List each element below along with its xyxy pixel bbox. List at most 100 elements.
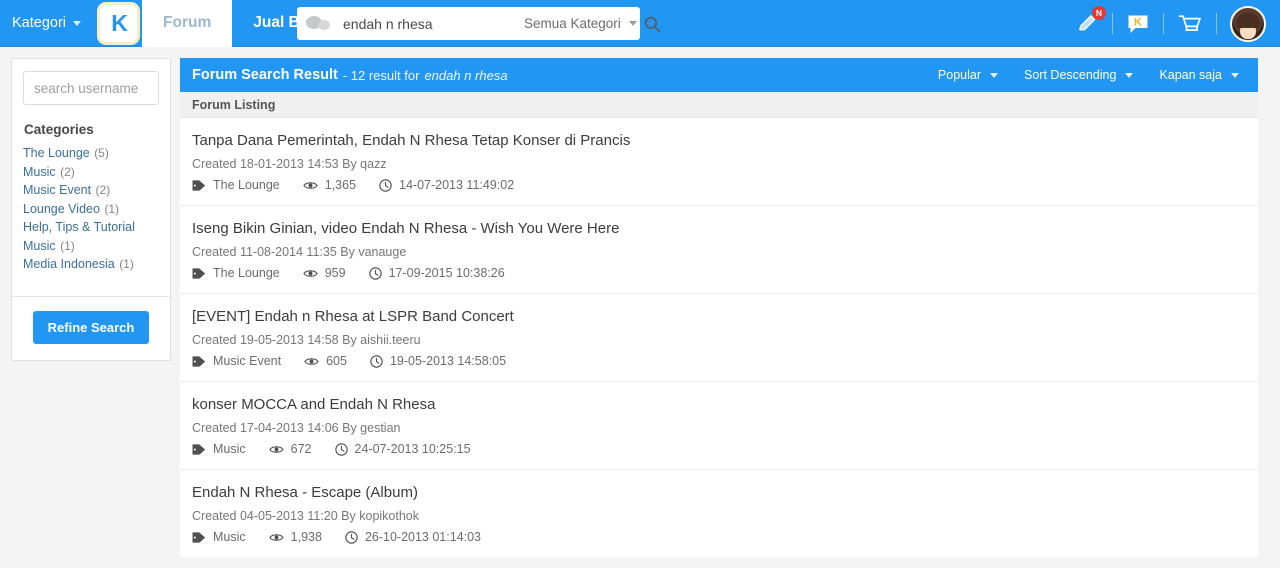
page-title: Forum Search Result	[192, 67, 338, 83]
list-item: Music Event (2)	[23, 183, 159, 197]
create-post-button[interactable]: N	[1063, 0, 1112, 47]
result-updated: 14-07-2013 11:49:02	[379, 178, 514, 192]
result-category: Music	[192, 530, 246, 544]
table-row[interactable]: [EVENT] Endah n Rhesa at LSPR Band Conce…	[180, 294, 1258, 382]
cart-button[interactable]	[1164, 0, 1216, 47]
result-category: The Lounge	[192, 178, 280, 192]
search-result-header: Forum Search Result - 12 result for enda…	[180, 58, 1258, 92]
category-count: (2)	[60, 164, 75, 179]
result-views: 959	[303, 266, 346, 280]
category-count: (1)	[60, 238, 75, 253]
sort-order-label: Sort Descending	[1024, 68, 1117, 82]
messages-button[interactable]: K	[1113, 0, 1163, 47]
chevron-down-icon	[1231, 72, 1239, 78]
sidebar-category-media-indonesia[interactable]: Media Indonesia	[23, 257, 115, 271]
result-count-text: - 12 result for	[342, 67, 420, 83]
refine-search-button[interactable]: Refine Search	[32, 310, 150, 344]
chevron-down-icon	[73, 20, 82, 26]
result-category-label: Music	[213, 442, 246, 456]
result-views: 1,365	[303, 178, 356, 192]
tag-icon	[192, 179, 206, 192]
clock-icon	[379, 178, 392, 192]
eye-icon	[303, 268, 318, 279]
result-views: 672	[268, 442, 312, 456]
table-row[interactable]: Iseng Bikin Ginian, video Endah N Rhesa …	[180, 206, 1258, 294]
result-updated: 17-09-2015 10:38:26	[368, 266, 505, 280]
eye-icon	[268, 444, 284, 455]
result-views-count: 1,938	[290, 530, 322, 544]
svg-text:K: K	[1134, 16, 1142, 28]
result-views: 605	[304, 354, 347, 368]
result-category: The Lounge	[192, 266, 280, 280]
sidebar-category-music-event[interactable]: Music Event	[23, 183, 91, 197]
result-updated-time: 24-07-2013 10:25:15	[354, 442, 471, 456]
result-meta: The Lounge 959 17-09-2015 10:38:26	[192, 266, 1246, 280]
table-row[interactable]: konser MOCCA and Endah N Rhesa Created 1…	[180, 382, 1258, 470]
list-item: Music (2)	[23, 165, 159, 179]
table-row[interactable]: Tanpa Dana Pemerintah, Endah N Rhesa Tet…	[180, 118, 1258, 206]
kaskus-logo[interactable]: K	[97, 1, 141, 45]
result-title[interactable]: konser MOCCA and Endah N Rhesa	[192, 396, 1246, 414]
global-search-box: Semua Kategori	[297, 7, 660, 40]
result-views-count: 1,365	[324, 178, 357, 192]
time-range-dropdown[interactable]: Kapan saja	[1146, 58, 1252, 92]
sidebar-category-lounge-video[interactable]: Lounge Video	[23, 202, 100, 216]
sidebar-category-music[interactable]: Music	[23, 165, 56, 179]
sidebar-top-section: Categories The Lounge (5) Music (2) Musi…	[12, 59, 170, 286]
user-menu-button[interactable]	[1217, 0, 1270, 47]
sidebar-category-the-lounge[interactable]: The Lounge	[23, 146, 90, 160]
result-category: Music	[192, 442, 246, 456]
result-category: Music Event	[192, 354, 281, 368]
result-title[interactable]: Tanpa Dana Pemerintah, Endah N Rhesa Tet…	[192, 132, 1246, 150]
result-meta: The Lounge 1,365 14-07-2013 11:49:02	[192, 178, 1246, 192]
tag-icon	[192, 531, 206, 544]
sidebar-category-help-tips-tutorial[interactable]: Help, Tips & Tutorial	[23, 220, 135, 234]
search-category-dropdown[interactable]: Semua Kategori	[524, 16, 643, 31]
result-category-label: The Lounge	[213, 266, 280, 280]
result-created: Created 18-01-2013 14:53 By qazz	[192, 157, 387, 171]
result-views-count: 959	[324, 266, 346, 280]
result-category-label: The Lounge	[213, 178, 280, 192]
sidebar-category-music-2[interactable]: Music	[23, 239, 56, 253]
result-meta: Music Event 605 19-05-2013 14:58:05	[192, 354, 1246, 368]
category-count: (1)	[104, 201, 120, 216]
category-count: (5)	[94, 146, 109, 160]
result-updated-time: 14-07-2013 11:49:02	[399, 178, 515, 192]
page-body: Categories The Lounge (5) Music (2) Musi…	[0, 47, 1280, 568]
search-input[interactable]	[335, 15, 524, 32]
result-created: Created 19-05-2013 14:58 By aishii.teeru	[192, 333, 421, 347]
result-title[interactable]: [EVENT] Endah n Rhesa at LSPR Band Conce…	[192, 308, 1246, 326]
result-meta: Music 672 24-07-2013 10:25:15	[192, 442, 1246, 456]
result-title[interactable]: Iseng Bikin Ginian, video Endah N Rhesa …	[192, 220, 1246, 238]
clock-icon	[334, 442, 348, 456]
sort-popular-dropdown[interactable]: Popular	[925, 58, 1011, 92]
result-meta: Music 1,938 26-10-2013 01:14:03	[192, 530, 1246, 544]
result-views: 1,938	[268, 530, 322, 544]
chevron-down-icon	[990, 72, 999, 78]
message-bubble-icon: K	[1128, 15, 1148, 33]
list-item: Lounge Video (1)	[23, 202, 159, 216]
tag-icon	[192, 267, 206, 280]
sort-order-dropdown[interactable]: Sort Descending	[1011, 58, 1146, 92]
kategori-menu[interactable]: Kategori	[0, 0, 95, 47]
result-updated: 24-07-2013 10:25:15	[334, 442, 471, 456]
search-results-panel: Forum Search Result - 12 result for enda…	[180, 58, 1258, 557]
logo-k-glyph: K	[111, 9, 128, 36]
result-category-label: Music	[213, 530, 246, 544]
table-row[interactable]: Endah N Rhesa - Escape (Album) Created 0…	[180, 470, 1258, 557]
list-item: Help, Tips & Tutorial	[23, 220, 159, 234]
search-username-input[interactable]	[23, 71, 159, 105]
notification-badge: N	[1092, 6, 1106, 20]
refine-search-section: Refine Search	[12, 297, 170, 360]
clock-icon	[368, 266, 382, 280]
tab-forum[interactable]: Forum	[142, 0, 233, 47]
search-submit-button[interactable]	[643, 7, 661, 40]
avatar[interactable]	[1230, 5, 1266, 42]
result-updated: 26-10-2013 01:14:03	[345, 530, 481, 544]
search-filter-sidebar: Categories The Lounge (5) Music (2) Musi…	[11, 58, 171, 361]
result-title[interactable]: Endah N Rhesa - Escape (Album)	[192, 484, 1246, 502]
community-blob-icon	[305, 14, 335, 34]
kategori-label: Kategori	[12, 15, 67, 31]
result-updated: 19-05-2013 14:58:05	[370, 354, 506, 368]
result-updated-time: 19-05-2013 14:58:05	[389, 354, 507, 368]
